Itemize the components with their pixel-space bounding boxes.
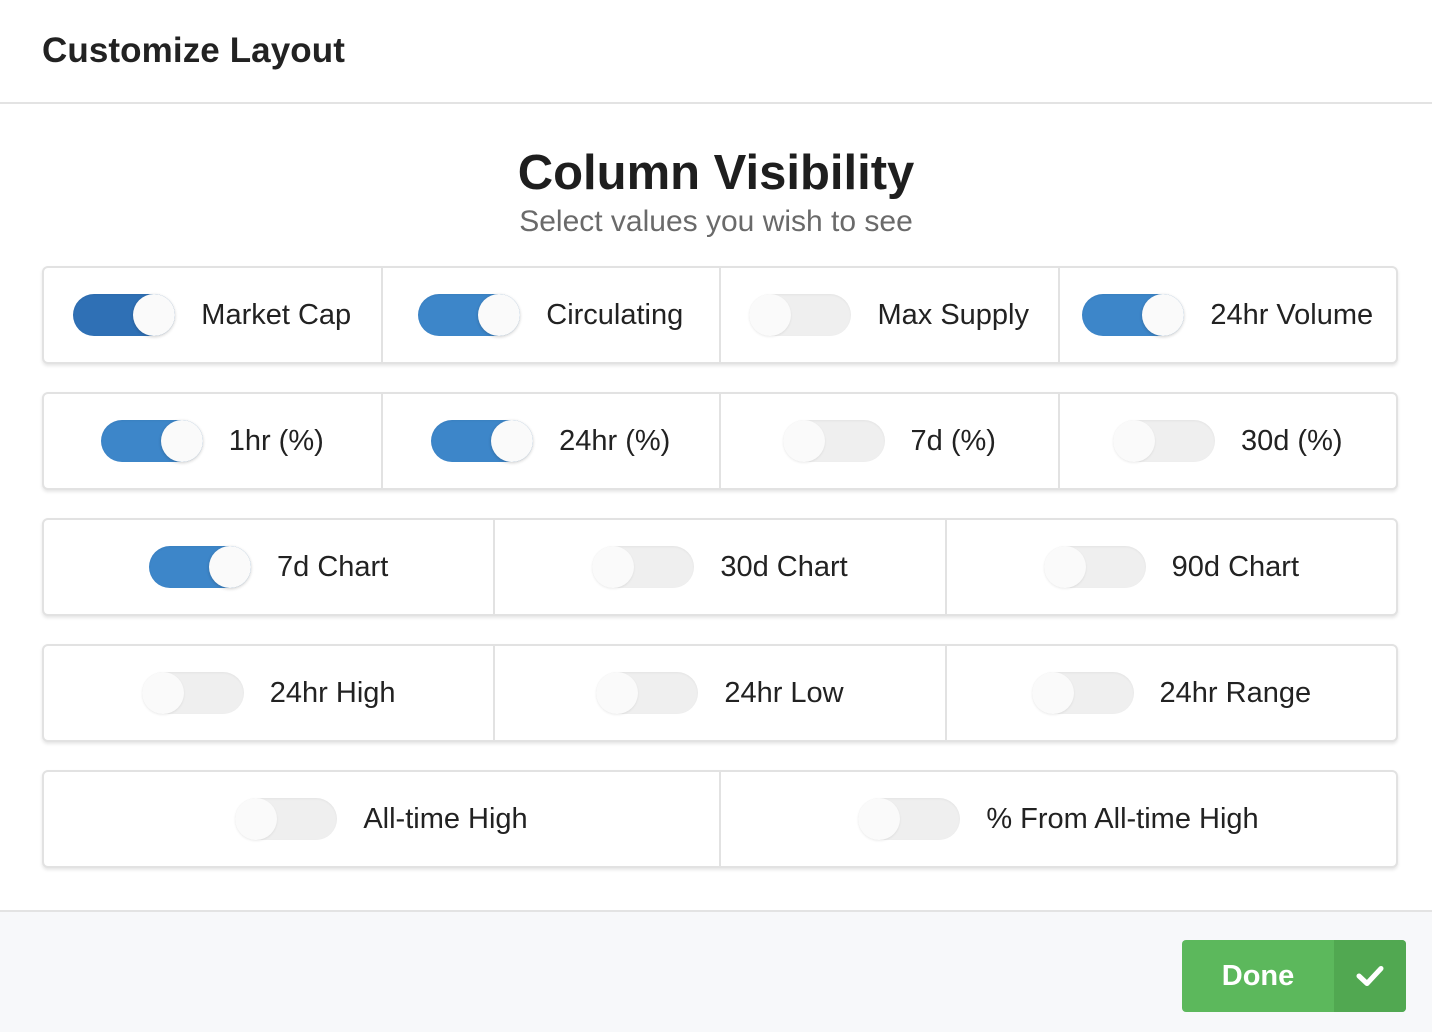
all-time-high-toggle[interactable] bbox=[235, 798, 338, 840]
circulating-toggle[interactable] bbox=[418, 294, 521, 336]
column-option-label: 1hr (%) bbox=[228, 424, 324, 457]
toggle-row: 7d Chart 30d Chart 90d Chart bbox=[42, 518, 1398, 616]
toggle-knob bbox=[478, 294, 521, 336]
toggle-knob bbox=[209, 546, 252, 588]
column-option-label: 90d Chart bbox=[1171, 550, 1299, 583]
column-option-label: 7d (%) bbox=[910, 424, 996, 457]
section-heading: Column Visibility Select values you wish… bbox=[0, 144, 1432, 242]
7d-chart-toggle[interactable] bbox=[149, 546, 252, 588]
column-option-all-time-high: All-time High bbox=[44, 772, 721, 866]
column-option-label: 24hr Low bbox=[724, 676, 844, 709]
column-option-30d-pct: 30d (%) bbox=[1060, 394, 1397, 488]
30d-pct-toggle[interactable] bbox=[1112, 420, 1215, 462]
done-button-label: Done bbox=[1221, 959, 1295, 992]
toggle-knob bbox=[596, 672, 639, 714]
toggle-row: Market Cap Circulating Max Supply 24hr V… bbox=[42, 266, 1398, 364]
toggle-knob bbox=[1112, 420, 1155, 462]
pct-from-all-time-high-toggle[interactable] bbox=[858, 798, 961, 840]
column-option-circulating: Circulating bbox=[383, 268, 721, 362]
column-option-label: All-time High bbox=[363, 802, 528, 835]
column-option-label: % From All-time High bbox=[986, 802, 1259, 835]
24hr-high-toggle[interactable] bbox=[141, 672, 244, 714]
column-option-24hr-pct: 24hr (%) bbox=[383, 394, 721, 488]
column-option-label: 24hr (%) bbox=[559, 424, 671, 457]
dialog-header: Customize Layout bbox=[0, 0, 1432, 104]
max-supply-toggle[interactable] bbox=[749, 294, 852, 336]
dialog-title: Customize Layout bbox=[42, 31, 346, 70]
checkmark-icon bbox=[1334, 940, 1406, 1012]
column-option-max-supply: Max Supply bbox=[721, 268, 1060, 362]
24hr-range-toggle[interactable] bbox=[1031, 672, 1134, 714]
24hr-volume-toggle[interactable] bbox=[1082, 294, 1185, 336]
column-option-label: 30d (%) bbox=[1240, 424, 1343, 457]
column-option-7d-pct: 7d (%) bbox=[721, 394, 1060, 488]
toggle-knob bbox=[858, 798, 901, 840]
customize-layout-dialog: Customize Layout Column Visibility Selec… bbox=[0, 0, 1432, 1032]
toggle-knob bbox=[141, 672, 184, 714]
section-subtitle: Select values you wish to see bbox=[519, 205, 913, 238]
done-button[interactable]: Done bbox=[1182, 940, 1406, 1012]
7d-pct-toggle[interactable] bbox=[782, 420, 885, 462]
column-option-7d-chart: 7d Chart bbox=[44, 520, 496, 614]
column-option-label: Market Cap bbox=[201, 298, 352, 331]
dialog-footer: Done bbox=[0, 910, 1432, 1032]
column-option-24hr-volume: 24hr Volume bbox=[1060, 268, 1397, 362]
column-option-label: 24hr High bbox=[269, 676, 396, 709]
column-option-90d-chart: 90d Chart bbox=[947, 520, 1396, 614]
column-option-label: Circulating bbox=[546, 298, 684, 331]
column-option-24hr-range: 24hr Range bbox=[947, 646, 1396, 740]
toggle-row: 1hr (%) 24hr (%) 7d (%) 30d (%) bbox=[42, 392, 1398, 490]
1hr-pct-toggle[interactable] bbox=[100, 420, 203, 462]
column-option-24hr-high: 24hr High bbox=[44, 646, 496, 740]
column-option-label: 24hr Range bbox=[1159, 676, 1312, 709]
column-option-label: Max Supply bbox=[877, 298, 1029, 331]
market-cap-toggle[interactable] bbox=[73, 294, 176, 336]
column-option-label: 7d Chart bbox=[277, 550, 389, 583]
column-option-30d-chart: 30d Chart bbox=[495, 520, 947, 614]
column-option-label: 24hr Volume bbox=[1210, 298, 1374, 331]
toggle-knob bbox=[133, 294, 176, 336]
toggle-knob bbox=[1142, 294, 1185, 336]
toggle-knob bbox=[592, 546, 635, 588]
column-option-market-cap: Market Cap bbox=[44, 268, 383, 362]
24hr-pct-toggle[interactable] bbox=[431, 420, 534, 462]
30d-chart-toggle[interactable] bbox=[592, 546, 695, 588]
toggle-row: 24hr High 24hr Low 24hr Range bbox=[42, 644, 1398, 742]
column-option-pct-from-all-time-high: % From All-time High bbox=[721, 772, 1396, 866]
toggle-knob bbox=[1031, 672, 1074, 714]
column-toggle-groups: Market Cap Circulating Max Supply 24hr V… bbox=[42, 266, 1398, 896]
toggle-knob bbox=[1043, 546, 1086, 588]
90d-chart-toggle[interactable] bbox=[1043, 546, 1146, 588]
column-option-1hr-pct: 1hr (%) bbox=[44, 394, 383, 488]
toggle-knob bbox=[160, 420, 203, 462]
section-title: Column Visibility bbox=[517, 146, 915, 200]
toggle-knob bbox=[491, 420, 534, 462]
toggle-row: All-time High % From All-time High bbox=[42, 770, 1398, 868]
24hr-low-toggle[interactable] bbox=[596, 672, 699, 714]
toggle-knob bbox=[235, 798, 278, 840]
column-option-24hr-low: 24hr Low bbox=[495, 646, 947, 740]
column-option-label: 30d Chart bbox=[720, 550, 848, 583]
toggle-knob bbox=[749, 294, 792, 336]
toggle-knob bbox=[782, 420, 825, 462]
